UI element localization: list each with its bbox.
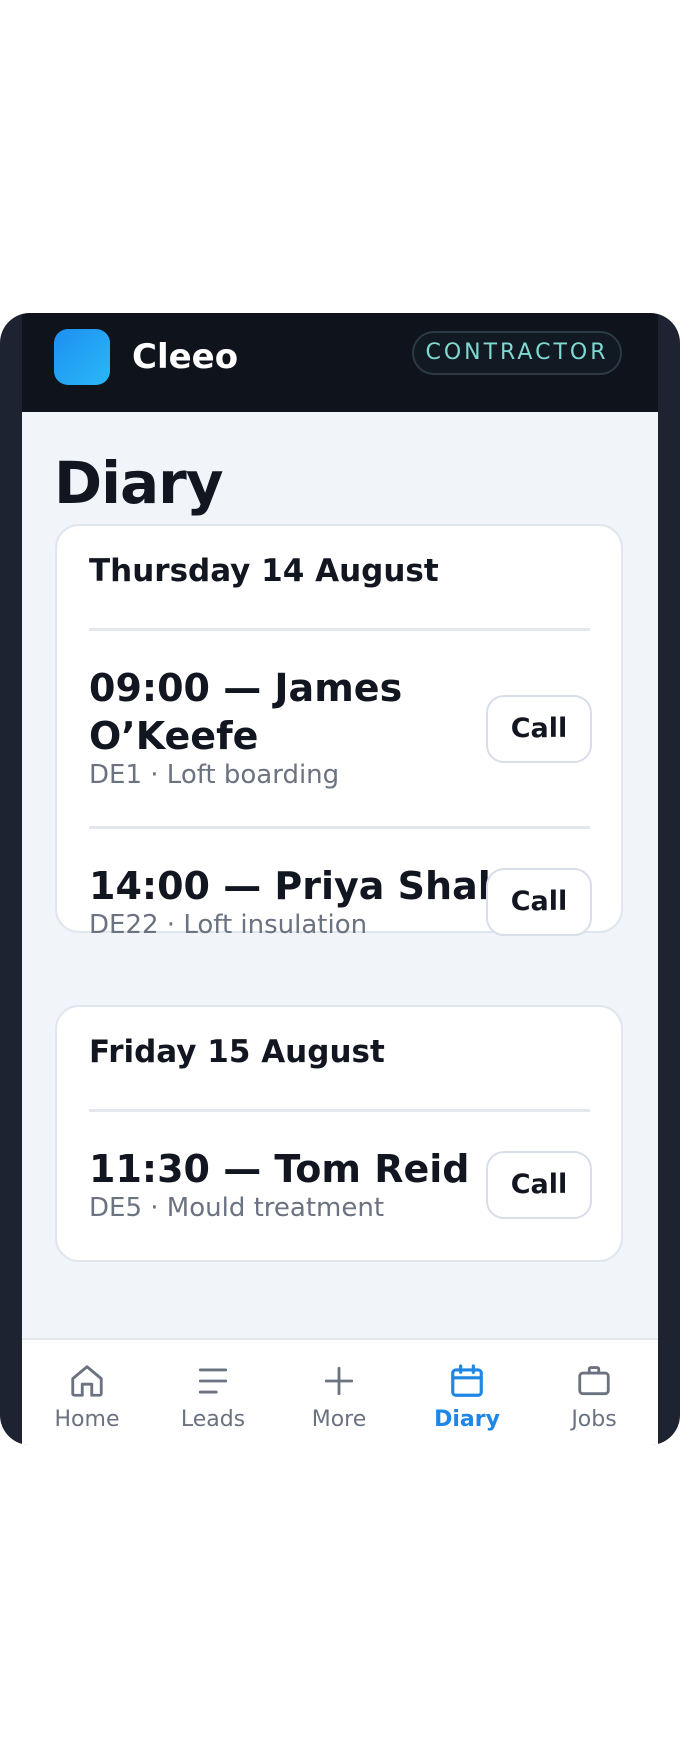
menu-lines-icon [198, 1368, 228, 1394]
appointment-title: 11:30 — Tom Reid [89, 1147, 470, 1191]
app-name: Cleeo [132, 337, 239, 377]
appointment-details: DE1 · Loft boarding [89, 760, 340, 790]
appointment-details: DE5 · Mould treatment [89, 1193, 385, 1223]
tab-label: Home [54, 1407, 120, 1432]
bottom-tab-bar: Home Leads More Diary Jobs [22, 1338, 658, 1445]
divider [89, 826, 590, 829]
tab-label: Jobs [571, 1407, 617, 1432]
tab-jobs[interactable]: Jobs [534, 1340, 654, 1445]
tab-leads[interactable]: Leads [153, 1340, 273, 1445]
appointment-title-continued: O’Keefe [89, 714, 259, 758]
call-button[interactable]: Call [486, 1151, 592, 1219]
phone-frame: Cleeo CONTRACTOR Diary Thursday 14 Augus… [0, 313, 680, 1445]
app-logo [54, 329, 110, 385]
tab-diary[interactable]: Diary [407, 1340, 527, 1445]
divider [89, 628, 590, 631]
plus-icon [324, 1366, 354, 1396]
tab-home[interactable]: Home [27, 1340, 147, 1445]
tab-label: Diary [434, 1407, 500, 1432]
calendar-icon [451, 1364, 483, 1397]
divider [89, 1109, 590, 1112]
briefcase-icon [578, 1366, 610, 1396]
app-header: Cleeo CONTRACTOR [22, 313, 658, 412]
call-button[interactable]: Call [486, 868, 592, 936]
day-card: Thursday 14 August 09:00 — James O’Keefe… [55, 524, 623, 940]
tab-label: More [311, 1407, 367, 1432]
tab-more[interactable]: More [279, 1340, 399, 1445]
tab-label: Leads [180, 1407, 246, 1432]
app-screen: Cleeo CONTRACTOR Diary Thursday 14 Augus… [22, 313, 658, 1445]
day-card: Friday 15 August 11:30 — Tom Reid DE5 · … [55, 1005, 623, 1262]
appointment-title: 09:00 — James [89, 666, 403, 710]
call-button[interactable]: Call [486, 695, 592, 763]
appointment-title: 14:00 — Priya Shah [89, 864, 505, 908]
home-icon [71, 1365, 103, 1397]
role-badge: CONTRACTOR [412, 331, 622, 375]
day-title: Thursday 14 August [89, 553, 439, 589]
day-title: Friday 15 August [89, 1034, 385, 1070]
page-title: Diary [54, 449, 224, 517]
appointment-details: DE22 · Loft insulation [89, 910, 368, 940]
